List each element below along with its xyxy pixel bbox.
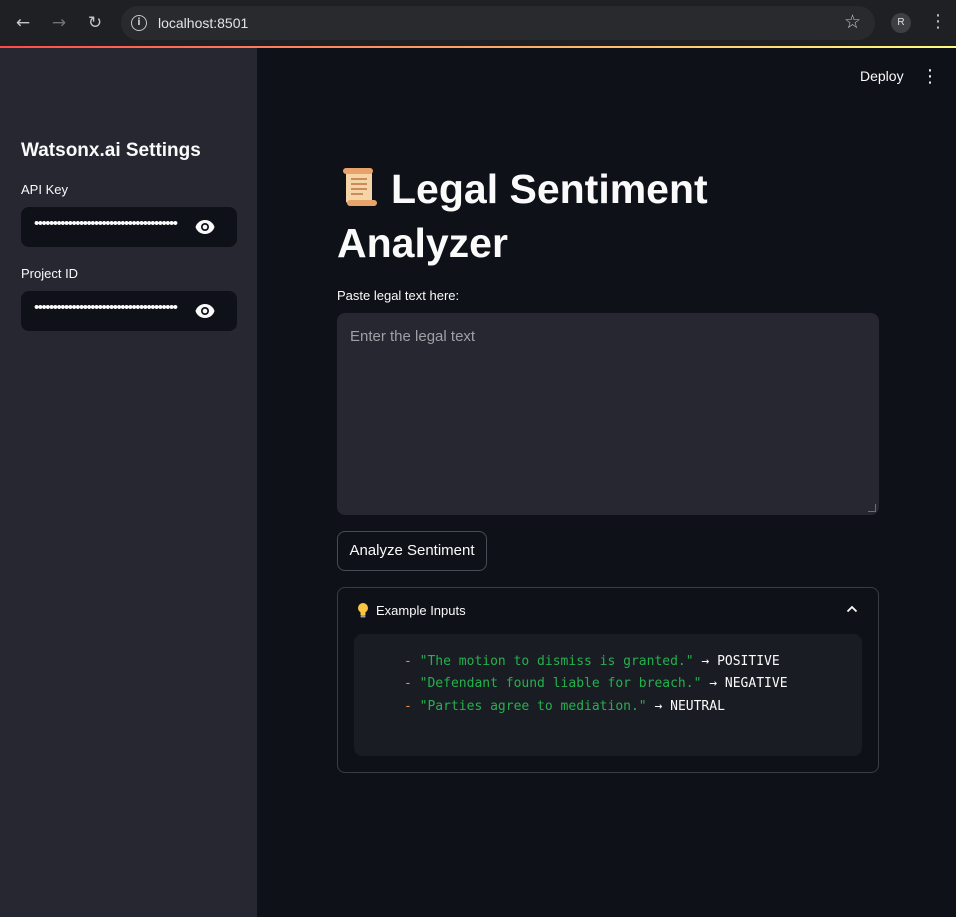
example-line: - "The motion to dismiss is granted." → … bbox=[404, 654, 780, 669]
page-title: Legal Sentiment Analyzer bbox=[337, 162, 807, 270]
example-inputs-expander: Example Inputs - "The motion to dismiss … bbox=[337, 587, 879, 773]
address-bar[interactable]: i localhost:8501 ☆ bbox=[121, 6, 875, 40]
url-text[interactable]: localhost:8501 bbox=[158, 15, 248, 31]
reload-icon[interactable]: ↻ bbox=[84, 12, 106, 34]
app-menu-icon[interactable]: ⋮ bbox=[921, 66, 939, 87]
project-id-label: Project ID bbox=[21, 266, 79, 281]
site-info-icon[interactable]: i bbox=[131, 15, 147, 31]
forward-icon[interactable]: → bbox=[48, 12, 70, 34]
analyze-sentiment-button[interactable]: Analyze Sentiment bbox=[337, 531, 487, 571]
profile-avatar[interactable]: R bbox=[891, 13, 911, 33]
expander-header[interactable]: Example Inputs bbox=[338, 588, 878, 632]
sidebar: Watsonx.ai Settings API Key ••••••••••••… bbox=[0, 48, 257, 917]
back-icon[interactable]: ← bbox=[12, 12, 34, 34]
resize-handle[interactable] bbox=[868, 504, 876, 512]
api-key-label: API Key bbox=[21, 182, 68, 197]
examples-code-block: - "The motion to dismiss is granted." → … bbox=[354, 634, 862, 756]
deploy-button[interactable]: Deploy bbox=[860, 68, 904, 84]
show-password-icon[interactable] bbox=[195, 219, 215, 235]
show-password-icon[interactable] bbox=[195, 303, 215, 319]
textarea-label: Paste legal text here: bbox=[337, 288, 460, 303]
api-key-input[interactable]: •••••••••••••••••••••••••••••••••••••• bbox=[21, 207, 237, 247]
sidebar-title: Watsonx.ai Settings bbox=[21, 140, 201, 161]
example-line: - "Defendant found liable for breach." →… bbox=[404, 676, 788, 691]
expander-title: Example Inputs bbox=[376, 603, 466, 618]
browser-toolbar: ← → ↻ i localhost:8501 ☆ R ⋮ bbox=[0, 0, 956, 46]
page-title-text: Legal Sentiment Analyzer bbox=[337, 166, 708, 266]
scroll-icon bbox=[343, 168, 377, 206]
chevron-up-icon[interactable] bbox=[846, 603, 858, 615]
lightbulb-icon bbox=[358, 603, 368, 618]
example-line: - "Parties agree to mediation." → NEUTRA… bbox=[404, 699, 725, 714]
bookmark-star-icon[interactable]: ☆ bbox=[844, 11, 861, 33]
main-content: Deploy ⋮ Legal Sentiment Analyzer Paste … bbox=[257, 48, 956, 917]
browser-menu-icon[interactable]: ⋮ bbox=[929, 11, 947, 32]
textarea-placeholder: Enter the legal text bbox=[350, 328, 476, 345]
project-id-masked-value: •••••••••••••••••••••••••••••••••••••• bbox=[34, 299, 178, 316]
legal-text-input[interactable]: Enter the legal text bbox=[337, 313, 879, 515]
api-key-masked-value: •••••••••••••••••••••••••••••••••••••• bbox=[34, 215, 178, 232]
project-id-input[interactable]: •••••••••••••••••••••••••••••••••••••• bbox=[21, 291, 237, 331]
